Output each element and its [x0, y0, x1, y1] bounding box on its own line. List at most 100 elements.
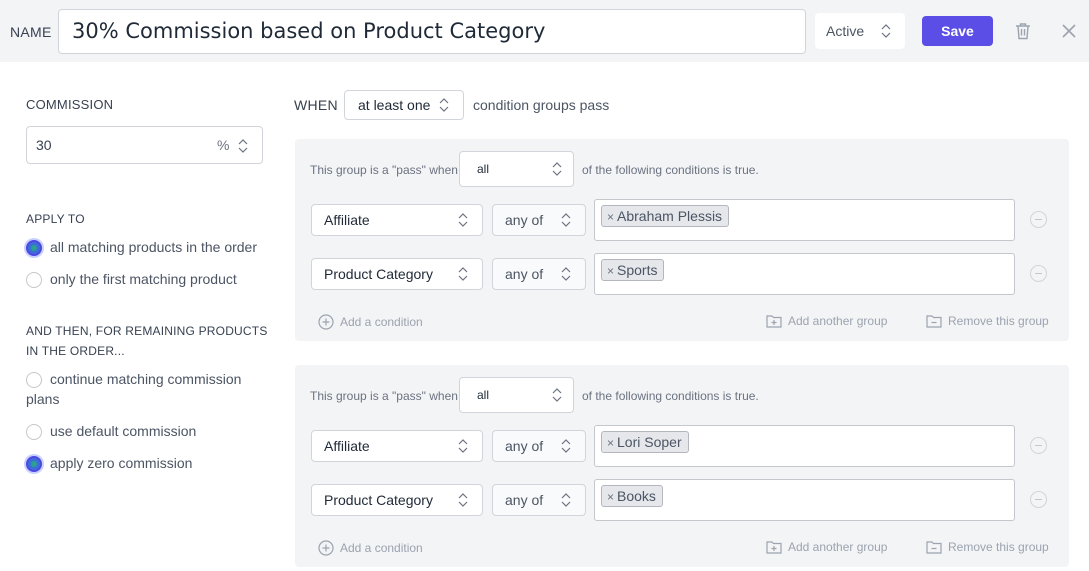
- commission-input[interactable]: 30 %: [26, 126, 263, 164]
- add-condition-label: Add a condition: [340, 315, 423, 329]
- radio-selected[interactable]: [26, 456, 42, 472]
- value-tag[interactable]: × Books: [601, 485, 663, 507]
- group-match-select[interactable]: all: [459, 151, 574, 187]
- remove-tag-icon[interactable]: ×: [607, 436, 614, 450]
- condition-field-value: Affiliate: [324, 212, 370, 228]
- value-tag[interactable]: × Abraham Plessis: [601, 205, 730, 227]
- group-mode-select[interactable]: at least one: [344, 90, 464, 120]
- remove-group-button[interactable]: Remove this group: [926, 314, 1049, 328]
- plan-name-input[interactable]: 30% Commission based on Product Category: [58, 9, 806, 54]
- updown-chevron-icon: [561, 213, 571, 227]
- add-group-button[interactable]: Add another group: [766, 540, 887, 554]
- remaining-option-continue[interactable]: continue matching commission: [26, 369, 241, 389]
- updown-chevron-icon: [458, 439, 468, 453]
- remove-folder-icon: [926, 315, 942, 328]
- condition-group: This group is a "pass" when all of the f…: [295, 365, 1069, 567]
- add-condition-button[interactable]: Add a condition: [318, 314, 423, 330]
- condition-operator-select[interactable]: any of: [492, 430, 586, 462]
- commission-value: 30: [36, 137, 52, 153]
- condition-field-select[interactable]: Product Category: [311, 258, 483, 290]
- add-condition-label: Add a condition: [340, 541, 423, 555]
- condition-field-select[interactable]: Affiliate: [311, 430, 483, 462]
- add-folder-icon: [766, 315, 782, 328]
- remove-tag-icon[interactable]: ×: [607, 490, 614, 504]
- minus-circle-icon[interactable]: [1030, 265, 1047, 282]
- group-match-select[interactable]: all: [459, 377, 574, 413]
- radio-unselected[interactable]: [26, 272, 42, 288]
- value-tag[interactable]: × Lori Soper: [601, 431, 689, 453]
- updown-chevron-icon: [439, 98, 449, 112]
- radio-label: continue matching commission: [50, 371, 242, 387]
- condition-value-input[interactable]: × Sports: [594, 253, 1015, 295]
- updown-chevron-icon: [458, 267, 468, 281]
- group-match-value: all: [477, 162, 490, 176]
- updown-chevron-icon: [881, 24, 891, 38]
- minus-circle-icon[interactable]: [1030, 491, 1047, 508]
- commission-unit: %: [217, 137, 230, 153]
- updown-chevron-icon[interactable]: [238, 138, 248, 154]
- when-label: WHEN: [294, 97, 338, 113]
- radio-unselected[interactable]: [26, 372, 42, 388]
- remaining-label: AND THEN, FOR REMAINING PRODUCTS: [26, 324, 268, 338]
- commission-label: COMMISSION: [26, 97, 114, 112]
- condition-field-value: Product Category: [324, 492, 433, 508]
- radio-label: all matching products in the order: [50, 239, 257, 255]
- remove-tag-icon[interactable]: ×: [607, 210, 614, 224]
- condition-field-select[interactable]: Product Category: [311, 484, 483, 516]
- condition-operator-value: any of: [505, 492, 544, 508]
- status-select[interactable]: Active: [815, 13, 905, 49]
- apply-to-label: APPLY TO: [26, 212, 85, 226]
- remove-group-label: Remove this group: [948, 540, 1049, 554]
- radio-unselected[interactable]: [26, 424, 42, 440]
- radio-label: use default commission: [50, 423, 197, 439]
- remaining-option-default[interactable]: use default commission: [26, 421, 196, 441]
- add-condition-button[interactable]: Add a condition: [318, 540, 423, 556]
- updown-chevron-icon: [561, 267, 571, 281]
- remaining-option-zero[interactable]: apply zero commission: [26, 453, 192, 473]
- group-suffix: of the following conditions is true.: [582, 163, 759, 177]
- condition-operator-select[interactable]: any of: [492, 258, 586, 290]
- condition-group: This group is a "pass" when all of the f…: [295, 139, 1069, 341]
- condition-operator-value: any of: [505, 212, 544, 228]
- updown-chevron-icon: [458, 493, 468, 507]
- apply-to-option-all[interactable]: all matching products in the order: [26, 237, 257, 257]
- remove-tag-icon[interactable]: ×: [607, 264, 614, 278]
- save-button[interactable]: Save: [922, 16, 993, 46]
- minus-circle-icon[interactable]: [1030, 437, 1047, 454]
- close-icon[interactable]: [1057, 19, 1081, 43]
- condition-operator-select[interactable]: any of: [492, 484, 586, 516]
- radio-label: apply zero commission: [50, 455, 193, 471]
- condition-field-select[interactable]: Affiliate: [311, 204, 483, 236]
- plus-circle-icon: [318, 540, 334, 556]
- radio-label: only the first matching product: [50, 271, 237, 287]
- plus-circle-icon: [318, 314, 334, 330]
- trash-icon[interactable]: [1011, 19, 1035, 43]
- tag-label: Books: [617, 488, 656, 504]
- condition-field-value: Affiliate: [324, 438, 370, 454]
- condition-operator-select[interactable]: any of: [492, 204, 586, 236]
- status-value: Active: [826, 23, 865, 39]
- group-prefix: This group is a "pass" when: [310, 163, 458, 177]
- radio-selected[interactable]: [26, 240, 42, 256]
- condition-value-input[interactable]: × Books: [594, 479, 1015, 521]
- updown-chevron-icon: [561, 439, 571, 453]
- remove-group-label: Remove this group: [948, 314, 1049, 328]
- group-suffix: of the following conditions is true.: [582, 389, 759, 403]
- apply-to-option-first[interactable]: only the first matching product: [26, 269, 237, 289]
- updown-chevron-icon: [561, 493, 571, 507]
- remove-group-button[interactable]: Remove this group: [926, 540, 1049, 554]
- condition-value-input[interactable]: × Lori Soper: [594, 425, 1015, 467]
- remove-folder-icon: [926, 541, 942, 554]
- group-prefix: This group is a "pass" when: [310, 389, 458, 403]
- condition-operator-value: any of: [505, 438, 544, 454]
- name-label: NAME: [10, 24, 52, 40]
- group-match-value: all: [477, 388, 490, 402]
- value-tag[interactable]: × Sports: [601, 259, 665, 281]
- when-suffix: condition groups pass: [473, 97, 610, 113]
- minus-circle-icon[interactable]: [1030, 211, 1047, 228]
- condition-value-input[interactable]: × Abraham Plessis: [594, 199, 1015, 241]
- add-group-button[interactable]: Add another group: [766, 314, 887, 328]
- tag-label: Abraham Plessis: [617, 208, 723, 224]
- updown-chevron-icon: [552, 388, 562, 402]
- remaining-label-2: IN THE ORDER...: [26, 344, 125, 358]
